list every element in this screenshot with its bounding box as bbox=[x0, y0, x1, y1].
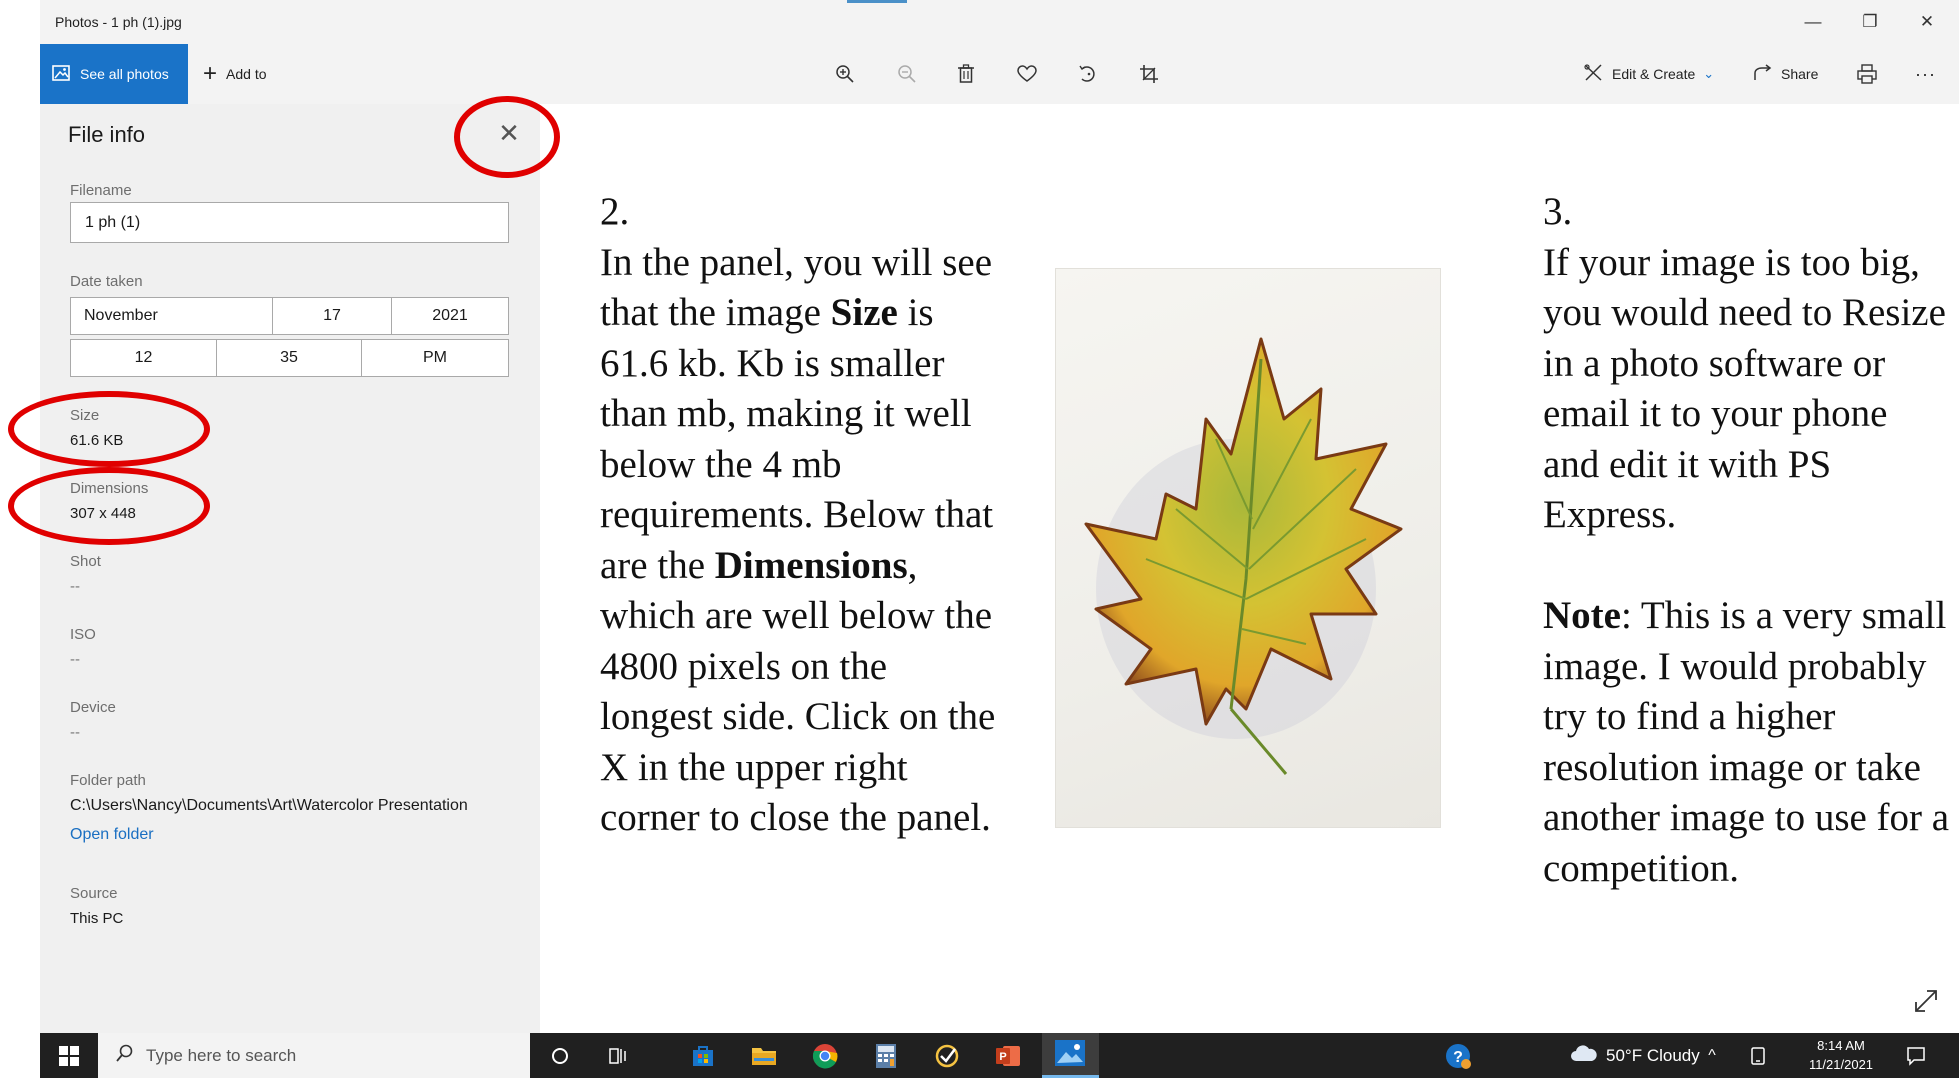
clock-date: 11/21/2021 bbox=[1808, 1057, 1874, 1072]
powerpoint-icon[interactable]: P bbox=[991, 1039, 1025, 1073]
taskbar-search-box[interactable]: Type here to search bbox=[98, 1033, 530, 1078]
photos-app-icon bbox=[1054, 1039, 1086, 1072]
windows-start-icon[interactable] bbox=[40, 1033, 98, 1078]
note-text: : This is a very small image. I would pr… bbox=[1543, 594, 1950, 890]
clock-time: 8:14 AM bbox=[1817, 1038, 1865, 1053]
annotation-circle-dimensions bbox=[8, 467, 210, 545]
close-window-button[interactable]: ✕ bbox=[1899, 0, 1955, 44]
step-2-size-bold: Size bbox=[830, 291, 898, 334]
device-label: Device bbox=[70, 699, 116, 716]
show-hidden-icons-icon[interactable]: ^ bbox=[1695, 1039, 1729, 1073]
year-field[interactable]: 2021 bbox=[392, 298, 508, 334]
shot-value: -- bbox=[70, 578, 80, 595]
month-field[interactable]: November bbox=[71, 298, 273, 334]
source-label: Source bbox=[70, 885, 118, 902]
notifications-icon[interactable] bbox=[1899, 1039, 1933, 1073]
zoom-out-icon[interactable] bbox=[889, 56, 925, 92]
zoom-in-icon[interactable] bbox=[827, 56, 863, 92]
filename-label: Filename bbox=[70, 182, 132, 199]
step-2-part-c: , which are well below the 4800 pixels o… bbox=[600, 543, 996, 840]
weather-text: 50°F Cloudy bbox=[1606, 1045, 1700, 1065]
step-2-text: 2. In the panel, you will see that the i… bbox=[600, 187, 1000, 844]
hour-field[interactable]: 12 bbox=[71, 340, 217, 376]
crop-icon[interactable] bbox=[1131, 56, 1167, 92]
date-taken-label: Date taken bbox=[70, 273, 143, 290]
device-value: -- bbox=[70, 724, 80, 741]
search-icon bbox=[116, 1044, 134, 1067]
add-to-label: Add to bbox=[226, 66, 267, 82]
add-to-button[interactable]: + Add to bbox=[203, 44, 267, 104]
folder-path-label: Folder path bbox=[70, 772, 146, 789]
leaf-watercolor-image bbox=[1056, 269, 1440, 827]
restore-button[interactable]: ❐ bbox=[1842, 0, 1898, 44]
day-field[interactable]: 17 bbox=[273, 298, 392, 334]
step-2-number: 2. bbox=[600, 190, 630, 233]
step-3-number: 3. bbox=[1543, 190, 1573, 233]
folder-path-value: C:\Users\Nancy\Documents\Art\Watercolor … bbox=[70, 797, 468, 814]
share-icon bbox=[1753, 63, 1773, 85]
help-icon[interactable]: ? bbox=[1441, 1039, 1475, 1073]
shot-label: Shot bbox=[70, 553, 101, 570]
delete-icon[interactable] bbox=[948, 56, 984, 92]
iso-label: ISO bbox=[70, 626, 96, 643]
plus-icon: + bbox=[203, 60, 218, 87]
source-value: This PC bbox=[70, 910, 124, 927]
window-title: Photos - 1 ph (1).jpg bbox=[55, 14, 182, 30]
svg-text:P: P bbox=[999, 1051, 1006, 1063]
panel-title: File info bbox=[68, 122, 146, 147]
store-icon[interactable] bbox=[686, 1039, 720, 1073]
step-3-paragraph: If your image is too big, you would need… bbox=[1543, 240, 1946, 537]
step-2-paragraph: In the panel, you will see that the imag… bbox=[600, 238, 1000, 844]
edit-create-icon bbox=[1584, 63, 1604, 85]
note-bold: Note bbox=[1543, 594, 1621, 637]
title-accent-line bbox=[847, 0, 907, 3]
see-all-photos-label: See all photos bbox=[80, 66, 169, 82]
cloud-icon bbox=[1570, 1044, 1598, 1067]
photos-icon bbox=[52, 64, 70, 84]
minimize-button[interactable]: — bbox=[1785, 0, 1841, 44]
annotation-circle-size bbox=[8, 391, 210, 467]
time-picker[interactable]: 12 35 PM bbox=[70, 339, 509, 377]
expand-icon[interactable] bbox=[1910, 985, 1942, 1017]
chevron-down-icon: ⌄ bbox=[1703, 66, 1715, 81]
filename-input[interactable]: 1 ph (1) bbox=[70, 202, 509, 243]
favorite-heart-icon[interactable] bbox=[1009, 56, 1045, 92]
edit-create-label: Edit & Create bbox=[1612, 66, 1696, 82]
minute-field[interactable]: 35 bbox=[217, 340, 362, 376]
filename-value: 1 ph (1) bbox=[85, 213, 141, 231]
share-button[interactable]: Share bbox=[1753, 44, 1818, 104]
step-2-dimensions-bold: Dimensions bbox=[714, 543, 908, 587]
print-icon[interactable] bbox=[1849, 56, 1885, 92]
ampm-field[interactable]: PM bbox=[362, 340, 508, 376]
iso-value: -- bbox=[70, 651, 80, 668]
weather-widget[interactable]: 50°F Cloudy bbox=[1570, 1033, 1700, 1078]
photos-taskbar-button[interactable] bbox=[1042, 1033, 1099, 1078]
chrome-icon[interactable] bbox=[808, 1039, 842, 1073]
rotate-icon[interactable] bbox=[1070, 56, 1106, 92]
task-view-icon[interactable] bbox=[601, 1039, 635, 1073]
note-paragraph: Note: This is a very small image. I woul… bbox=[1543, 591, 1953, 894]
open-folder-link[interactable]: Open folder bbox=[70, 826, 154, 844]
step-3-spacer bbox=[1543, 541, 1953, 592]
see-all-photos-button[interactable]: See all photos bbox=[40, 44, 188, 104]
more-options-button[interactable]: ··· bbox=[1915, 44, 1936, 104]
title-bar bbox=[40, 0, 1959, 44]
calculator-icon[interactable] bbox=[869, 1039, 903, 1073]
cortana-icon[interactable] bbox=[543, 1039, 577, 1073]
share-label: Share bbox=[1781, 66, 1819, 82]
annotation-circle-close bbox=[454, 96, 560, 178]
file-explorer-icon[interactable] bbox=[747, 1039, 781, 1073]
date-picker[interactable]: November 17 2021 bbox=[70, 297, 509, 335]
norton-icon[interactable] bbox=[930, 1039, 964, 1073]
search-placeholder: Type here to search bbox=[146, 1045, 297, 1065]
tablet-mode-icon[interactable] bbox=[1741, 1039, 1775, 1073]
edit-create-button[interactable]: Edit & Create ⌄ bbox=[1584, 44, 1714, 104]
step-3-text: 3. If your image is too big, you would n… bbox=[1543, 187, 1953, 894]
step-2-part-b: is 61.6 kb. Kb is smaller than mb, makin… bbox=[600, 291, 994, 587]
system-clock[interactable]: 8:14 AM 11/21/2021 bbox=[1806, 1036, 1876, 1074]
